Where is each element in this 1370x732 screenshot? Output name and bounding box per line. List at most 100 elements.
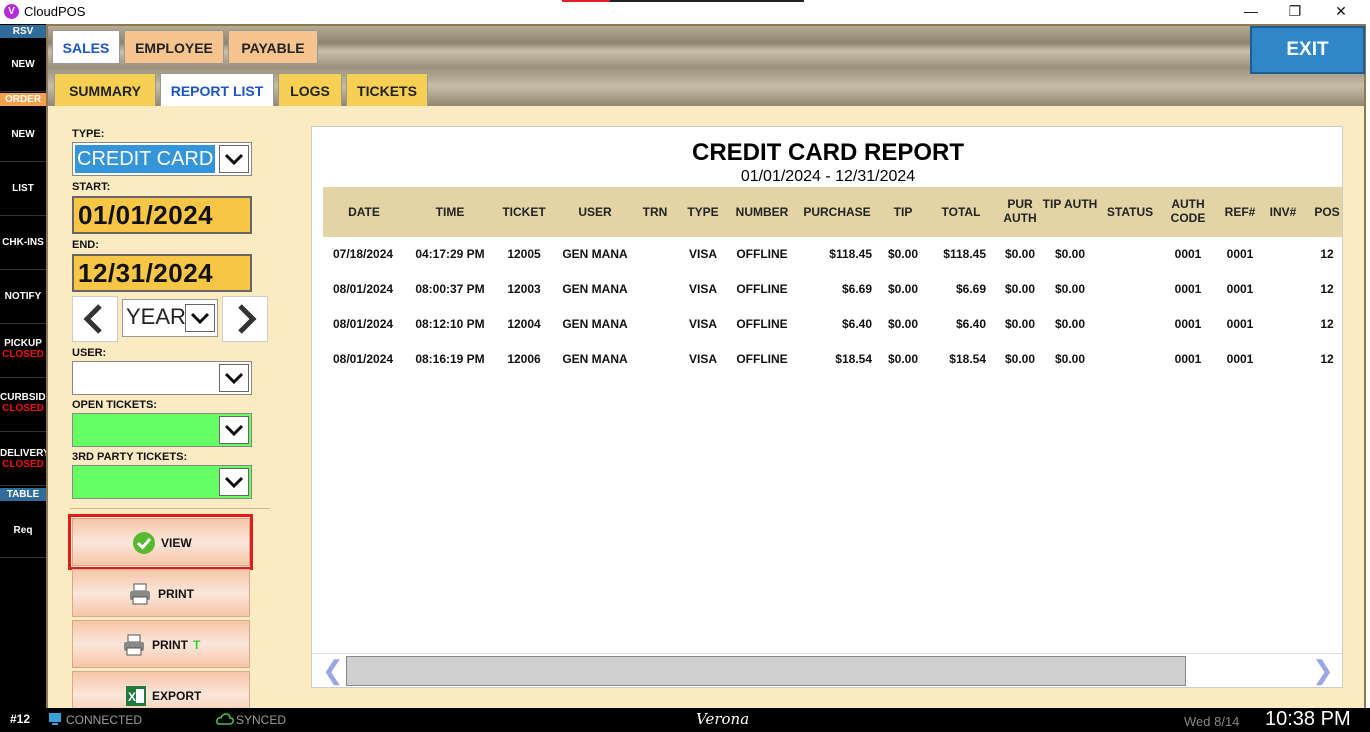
export-label: EXPORT	[152, 689, 202, 703]
column-header: STATUS	[1106, 205, 1154, 219]
rail-pickup[interactable]: PICKUP CLOSED	[0, 324, 46, 378]
scroll-left-icon[interactable]: ❮	[322, 655, 344, 686]
rail-rsv-new[interactable]: NEW	[0, 38, 46, 92]
tab-summary[interactable]: SUMMARY	[54, 73, 156, 107]
excel-icon: X	[126, 686, 146, 706]
table-cell-time: 08:00:37 PM	[415, 282, 485, 296]
minimize-button[interactable]: —	[1236, 2, 1266, 22]
status-date: Wed 8/14	[1184, 714, 1240, 729]
table-cell-ref: 0001	[1226, 317, 1254, 331]
table-cell-total: $6.69	[955, 282, 986, 296]
table-cell-number: OFFLINE	[736, 317, 788, 331]
third-party-dropdown[interactable]	[72, 465, 252, 499]
open-tickets-dropdown[interactable]	[72, 413, 252, 447]
period-dropdown[interactable]: YEAR	[122, 299, 218, 337]
rail-delivery-label: DELIVERY	[0, 448, 46, 459]
column-header: NUMBER	[735, 205, 789, 219]
tab-logs[interactable]: LOGS	[278, 73, 342, 107]
chevron-down-icon[interactable]	[219, 145, 249, 173]
table-cell-type: VISA	[688, 352, 717, 366]
rail-list[interactable]: LIST	[0, 162, 46, 216]
view-button[interactable]: VIEW	[72, 518, 250, 566]
chevron-down-icon[interactable]	[219, 468, 249, 496]
rail-pickup-label: PICKUP	[4, 338, 42, 349]
rail-notify[interactable]: NOTIFY	[0, 270, 46, 324]
monitor-icon	[49, 713, 61, 725]
next-period-button[interactable]	[222, 296, 268, 342]
end-date-field[interactable]: 12/31/2024	[72, 254, 252, 292]
title-accent-red	[562, 0, 610, 2]
table-cell-total: $6.40	[955, 317, 986, 331]
restore-button[interactable]: ❐	[1280, 2, 1310, 22]
column-header: PUR AUTH	[1003, 197, 1037, 225]
type-dropdown[interactable]: CREDIT CARD	[72, 142, 252, 176]
filter-panel: TYPE: CREDIT CARD START: 01/01/2024 END:…	[48, 106, 290, 719]
title-bar: V CloudPOS — ❐ ✕	[0, 0, 1370, 24]
tab-sales[interactable]: SALES	[52, 30, 120, 64]
prev-period-button[interactable]	[72, 296, 118, 342]
start-date-field[interactable]: 01/01/2024	[72, 196, 252, 234]
table-cell-total: $18.54	[949, 352, 986, 366]
column-header: TIP	[893, 205, 913, 219]
rail-header-order: ORDER	[0, 93, 46, 106]
chevron-down-icon[interactable]	[219, 364, 249, 392]
close-button[interactable]: ✕	[1326, 2, 1356, 22]
scroll-right-icon[interactable]: ❯	[1312, 655, 1334, 686]
exit-button[interactable]: EXIT	[1250, 26, 1365, 74]
app-logo-icon: V	[4, 4, 19, 19]
tab-tickets[interactable]: TICKETS	[346, 73, 428, 107]
column-header: POS	[1314, 205, 1340, 219]
rail-req[interactable]: Req	[0, 504, 46, 558]
table-cell-auth-code: 0001	[1174, 352, 1202, 366]
table-cell-type: VISA	[688, 317, 717, 331]
table-cell-pos: 12	[1320, 317, 1334, 331]
sync-status: SYNCED	[236, 713, 287, 727]
left-rail: RSV NEW ORDER NEW LIST CHK-INS NOTIFY PI…	[0, 24, 46, 708]
rail-chk-ins[interactable]: CHK-INS	[0, 216, 46, 270]
app-title: CloudPOS	[24, 4, 86, 19]
print-button[interactable]: PRINT	[72, 569, 250, 617]
report-title: CREDIT CARD REPORT	[691, 139, 964, 166]
table-cell-tip-auth: $0.00	[1054, 317, 1086, 331]
table-cell-ref: 0001	[1226, 247, 1254, 261]
scrollbar-thumb[interactable]	[346, 656, 1186, 686]
type-value: CREDIT CARD	[75, 145, 215, 173]
cloud-icon	[216, 713, 234, 725]
table-cell-ticket: 12005	[507, 247, 541, 261]
chevron-down-icon[interactable]	[219, 416, 249, 444]
column-header: PURCHASE	[803, 205, 871, 219]
table-cell-pur-auth: $0.00	[1004, 352, 1036, 366]
tab-employee[interactable]: EMPLOYEE	[124, 30, 224, 64]
column-header: TIME	[435, 205, 465, 219]
table-cell-purchase: $18.54	[835, 352, 872, 366]
rail-delivery[interactable]: DELIVERY CLOSED	[0, 432, 46, 486]
rail-header-table: TABLE	[0, 488, 46, 501]
pos-window: { "window": {"title": "CloudPOS", "logo_…	[0, 0, 1370, 732]
table-cell-user: GEN MANA	[562, 247, 628, 261]
print-t-label: PRINT	[152, 638, 188, 652]
column-header: TOTAL	[941, 205, 981, 219]
print-t-button[interactable]: PRINT T	[72, 620, 250, 668]
tab-payable[interactable]: PAYABLE	[228, 30, 318, 64]
connection-status: CONNECTED	[66, 713, 143, 727]
table-cell-time: 08:12:10 PM	[415, 317, 485, 331]
title-accent-black	[610, 0, 804, 2]
status-bar: #12 CONNECTED SYNCED Verona Wed 8/14 10:…	[0, 708, 1370, 732]
open-tickets-label: OPEN TICKETS:	[72, 399, 157, 411]
table-cell-auth-code: 0001	[1174, 247, 1202, 261]
table-cell-number: OFFLINE	[736, 282, 788, 296]
rail-order-new[interactable]: NEW	[0, 108, 46, 162]
rail-curbside-status: CLOSED	[2, 403, 44, 414]
horizontal-scrollbar[interactable]: ❮ ❯	[312, 653, 1342, 687]
rail-curbside[interactable]: CURBSIDE CLOSED	[0, 378, 46, 432]
station-number: #12	[10, 712, 31, 726]
table-cell-tip: $0.00	[888, 282, 919, 296]
printer-icon	[130, 583, 150, 605]
table-cell-tip-auth: $0.00	[1054, 352, 1086, 366]
user-dropdown[interactable]	[72, 361, 252, 395]
chevron-down-icon[interactable]	[185, 304, 215, 332]
print-label: PRINT	[158, 587, 194, 601]
tab-report-list[interactable]: REPORT LIST	[160, 73, 274, 107]
column-header: TYPE	[687, 205, 719, 219]
table-cell-pur-auth: $0.00	[1004, 282, 1036, 296]
